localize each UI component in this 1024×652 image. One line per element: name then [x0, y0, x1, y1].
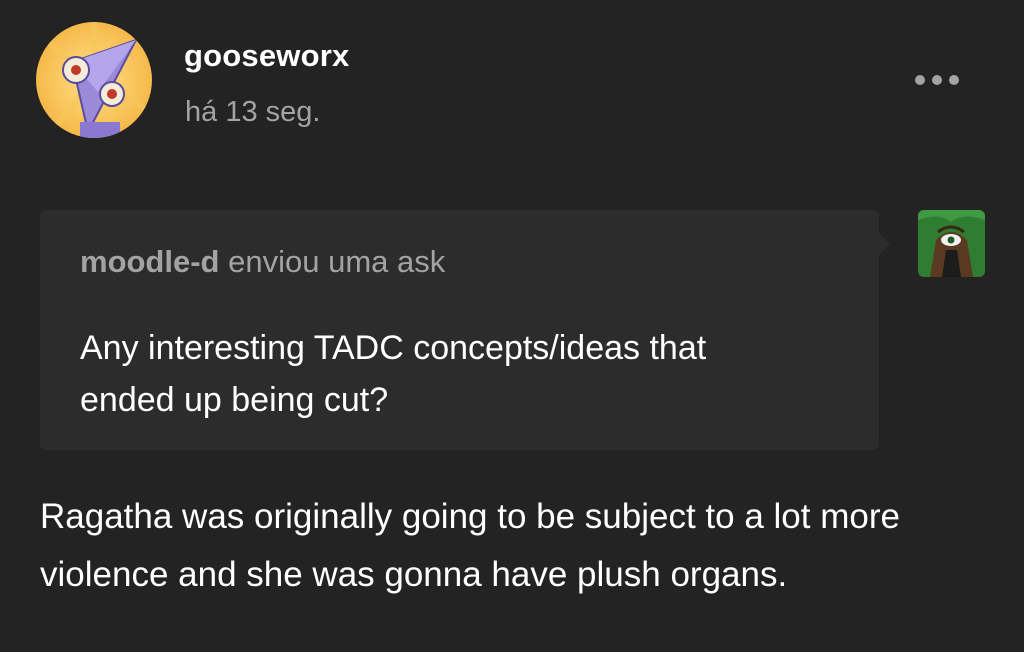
post-card: gooseworx há 13 seg. moodle-d enviou uma…: [0, 0, 1024, 652]
answer-text: Ragatha was originally going to be subje…: [40, 497, 900, 594]
ask-bubble-tail: [878, 232, 890, 256]
asker-name[interactable]: moodle-d: [80, 244, 220, 279]
author-avatar[interactable]: [36, 22, 152, 138]
ask-action-text: enviou uma ask: [228, 244, 446, 279]
green-character-avatar-icon: [918, 210, 985, 277]
ellipsis-icon: [915, 75, 959, 85]
ask-box: moodle-d enviou uma ask Any interesting …: [40, 210, 879, 450]
post-timestamp: há 13 seg.: [185, 96, 321, 128]
author-name[interactable]: gooseworx: [184, 38, 349, 74]
more-options-button[interactable]: [910, 66, 970, 94]
asker-avatar[interactable]: [918, 210, 985, 277]
avatar-image: [36, 22, 152, 138]
ask-header: moodle-d enviou uma ask: [80, 244, 445, 280]
ask-question: Any interesting TADC concepts/ideas that…: [80, 329, 707, 419]
